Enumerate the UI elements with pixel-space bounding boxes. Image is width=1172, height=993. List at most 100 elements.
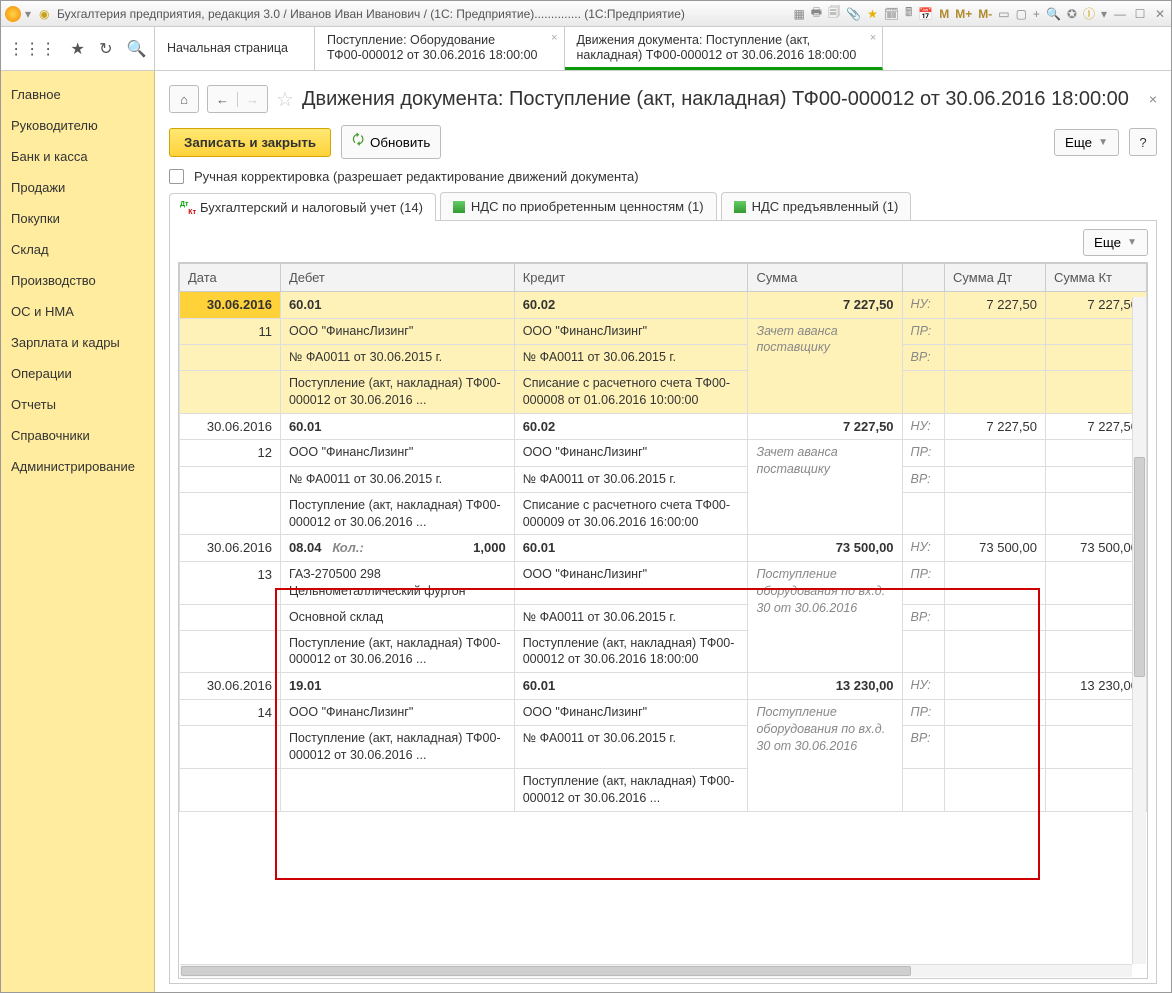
sidebar-item-refs[interactable]: Справочники bbox=[1, 420, 154, 451]
help-button[interactable]: ? bbox=[1129, 128, 1157, 156]
nav-disc-icon[interactable]: ◉ bbox=[39, 7, 51, 21]
col-date[interactable]: Дата bbox=[180, 264, 281, 292]
tool-icon[interactable]: Ⓘ bbox=[1083, 5, 1095, 22]
grid-row-detail[interactable]: Поступление (акт, накладная) ТФ00-000012… bbox=[180, 726, 1147, 769]
grid-row-detail[interactable]: Поступление (акт, накладная) ТФ00-000012… bbox=[180, 630, 1147, 673]
home-button[interactable]: ⌂ bbox=[169, 85, 199, 113]
scroll-thumb[interactable] bbox=[181, 966, 911, 976]
page-close-icon[interactable]: × bbox=[1149, 91, 1157, 107]
col-tag[interactable] bbox=[902, 264, 945, 292]
tool-icon[interactable]: ▢ bbox=[1016, 7, 1027, 21]
tool-icon[interactable]: + bbox=[1033, 7, 1040, 21]
manual-edit-label: Ручная корректировка (разрешает редактир… bbox=[194, 169, 639, 184]
grid-row-detail[interactable]: № ФА0011 от 30.06.2015 г.№ ФА0011 от 30.… bbox=[180, 345, 1147, 371]
scroll-thumb[interactable] bbox=[1134, 457, 1145, 677]
sidebar-item-warehouse[interactable]: Склад bbox=[1, 234, 154, 265]
tab-sublabel: накладная) ТФ00-000012 от 30.06.2016 18:… bbox=[577, 48, 857, 63]
cell-cacc: 60.02 bbox=[514, 413, 748, 440]
grid-row-head[interactable]: 30.06.201619.0160.0113 230,00НУ:13 230,0… bbox=[180, 673, 1147, 700]
m-button[interactable]: M bbox=[939, 7, 949, 21]
cell-sdt bbox=[945, 673, 1046, 700]
cell-sum: 7 227,50 bbox=[748, 292, 902, 319]
sidebar-item-admin[interactable]: Администрирование bbox=[1, 451, 154, 482]
favorite-icon[interactable]: ★ bbox=[70, 39, 84, 59]
grid-row-detail[interactable]: № ФА0011 от 30.06.2015 г.№ ФА0011 от 30.… bbox=[180, 466, 1147, 492]
grid-row-head[interactable]: 30.06.201660.0160.027 227,50НУ:7 227,507… bbox=[180, 413, 1147, 440]
page-title: Движения документа: Поступление (акт, на… bbox=[302, 88, 1129, 111]
cell-debit-line: ООО "ФинансЛизинг" bbox=[280, 440, 514, 467]
close-button[interactable]: ✕ bbox=[1153, 7, 1167, 21]
tool-icon[interactable]: ▦ bbox=[793, 7, 804, 21]
tool-icon[interactable]: 🖶 bbox=[811, 3, 822, 24]
tab-movements[interactable]: Движения документа: Поступление (акт, на… bbox=[565, 27, 884, 70]
tab-close-icon[interactable]: × bbox=[551, 31, 557, 46]
fav-icon[interactable]: ☆ bbox=[276, 87, 294, 112]
minimize-button[interactable]: — bbox=[1113, 7, 1127, 21]
more-button[interactable]: Еще ▼ bbox=[1054, 129, 1119, 156]
col-sum[interactable]: Сумма bbox=[748, 264, 902, 292]
sidebar-item-bank[interactable]: Банк и касса bbox=[1, 141, 154, 172]
apps-icon[interactable]: ⋮⋮⋮ bbox=[8, 39, 56, 59]
tool-icon[interactable]: 🗐 bbox=[828, 3, 840, 24]
sidebar-item-ops[interactable]: Операции bbox=[1, 358, 154, 389]
save-close-button[interactable]: Записать и закрыть bbox=[169, 128, 331, 157]
sidebar-item-manager[interactable]: Руководителю bbox=[1, 110, 154, 141]
calc-icon[interactable]: 🖩 bbox=[905, 3, 912, 24]
nav-down-icon[interactable]: ▾ bbox=[25, 7, 37, 21]
grid-more-button[interactable]: Еще ▼ bbox=[1083, 229, 1148, 256]
tool-dd-icon[interactable]: ▾ bbox=[1101, 7, 1107, 21]
tab-postup[interactable]: Поступление: Оборудование ТФ00-000012 от… bbox=[315, 27, 565, 70]
tool-icon[interactable]: ✪ bbox=[1067, 7, 1077, 21]
history-icon[interactable]: ↻ bbox=[99, 39, 112, 59]
mminus-button[interactable]: M- bbox=[978, 7, 992, 21]
cell-empty bbox=[180, 726, 281, 769]
tab-home[interactable]: Начальная страница bbox=[155, 27, 315, 70]
tool-icon[interactable]: 🗓 bbox=[884, 7, 899, 21]
subtab-accounting[interactable]: Бухгалтерский и налоговый учет (14) bbox=[169, 193, 436, 221]
refresh-button[interactable]: 🗘 Обновить bbox=[341, 125, 441, 159]
grid-row-detail[interactable]: Поступление (акт, накладная) ТФ00-000012… bbox=[180, 492, 1147, 535]
grid-row-detail[interactable]: 13ГАЗ-270500 298 Цельнометаллический фур… bbox=[180, 561, 1147, 604]
grid-row-detail[interactable]: 12ООО "ФинансЛизинг"ООО "ФинансЛизинг"За… bbox=[180, 440, 1147, 467]
cell-credit-line: № ФА0011 от 30.06.2015 г. bbox=[514, 345, 748, 371]
tab-close-icon[interactable]: × bbox=[870, 31, 876, 46]
col-skt[interactable]: Сумма Кт bbox=[1045, 264, 1146, 292]
sidebar-item-reports[interactable]: Отчеты bbox=[1, 389, 154, 420]
grid-row-detail[interactable]: 14ООО "ФинансЛизинг"ООО "ФинансЛизинг"По… bbox=[180, 699, 1147, 726]
col-debit[interactable]: Дебет bbox=[280, 264, 514, 292]
search-icon[interactable]: 🔍 bbox=[1046, 7, 1061, 21]
navback-forward[interactable]: ← → bbox=[207, 85, 268, 113]
grid-row-detail[interactable]: Основной склад№ ФА0011 от 30.06.2015 г.В… bbox=[180, 604, 1147, 630]
calendar-icon[interactable]: 📅 bbox=[918, 7, 933, 21]
tool-icon[interactable]: ▭ bbox=[998, 7, 1009, 21]
col-credit[interactable]: Кредит bbox=[514, 264, 748, 292]
grid-row-detail[interactable]: Поступление (акт, накладная) ТФ00-000012… bbox=[180, 769, 1147, 812]
register-icon bbox=[734, 201, 746, 213]
col-sdt[interactable]: Сумма Дт bbox=[945, 264, 1046, 292]
star-icon[interactable]: ★ bbox=[867, 7, 878, 21]
cell-credit-line: ООО "ФинансЛизинг" bbox=[514, 440, 748, 467]
grid-row-detail[interactable]: Поступление (акт, накладная) ТФ00-000012… bbox=[180, 370, 1147, 413]
sidebar-item-production[interactable]: Производство bbox=[1, 265, 154, 296]
back-icon[interactable]: ← bbox=[208, 92, 237, 107]
grid-row-detail[interactable]: 11ООО "ФинансЛизинг"ООО "ФинансЛизинг"За… bbox=[180, 318, 1147, 345]
grid-row-head[interactable]: 30.06.201608.04 Кол.: 1,00060.0173 500,0… bbox=[180, 535, 1147, 562]
maximize-button[interactable]: ☐ bbox=[1133, 7, 1147, 21]
sidebar-item-sales[interactable]: Продажи bbox=[1, 172, 154, 203]
sidebar-item-assets[interactable]: ОС и НМА bbox=[1, 296, 154, 327]
cell-debit-line: ГАЗ-270500 298 Цельнометаллический фурго… bbox=[280, 561, 514, 604]
sidebar-item-main[interactable]: Главное bbox=[1, 79, 154, 110]
forward-icon[interactable]: → bbox=[237, 92, 267, 107]
grid-row-head[interactable]: 30.06.201660.0160.027 227,50НУ:7 227,507… bbox=[180, 292, 1147, 319]
vertical-scrollbar[interactable] bbox=[1132, 297, 1146, 964]
subtab-nds-acquired[interactable]: НДС по приобретенным ценностям (1) bbox=[440, 192, 717, 220]
tool-icon[interactable]: 📎 bbox=[846, 7, 861, 21]
titlebar-tools: ▦ 🖶 🗐 📎 ★ 🗓 🖩 📅 M M+ M- ▭ ▢ + 🔍 ✪ Ⓘ ▾ — … bbox=[793, 3, 1167, 24]
horizontal-scrollbar[interactable] bbox=[180, 964, 1132, 977]
mplus-button[interactable]: M+ bbox=[955, 7, 972, 21]
manual-edit-checkbox[interactable] bbox=[169, 169, 184, 184]
sidebar-item-salary[interactable]: Зарплата и кадры bbox=[1, 327, 154, 358]
subtab-nds-presented[interactable]: НДС предъявленный (1) bbox=[721, 192, 912, 220]
search-icon[interactable]: 🔍 bbox=[127, 39, 147, 59]
sidebar-item-purchases[interactable]: Покупки bbox=[1, 203, 154, 234]
